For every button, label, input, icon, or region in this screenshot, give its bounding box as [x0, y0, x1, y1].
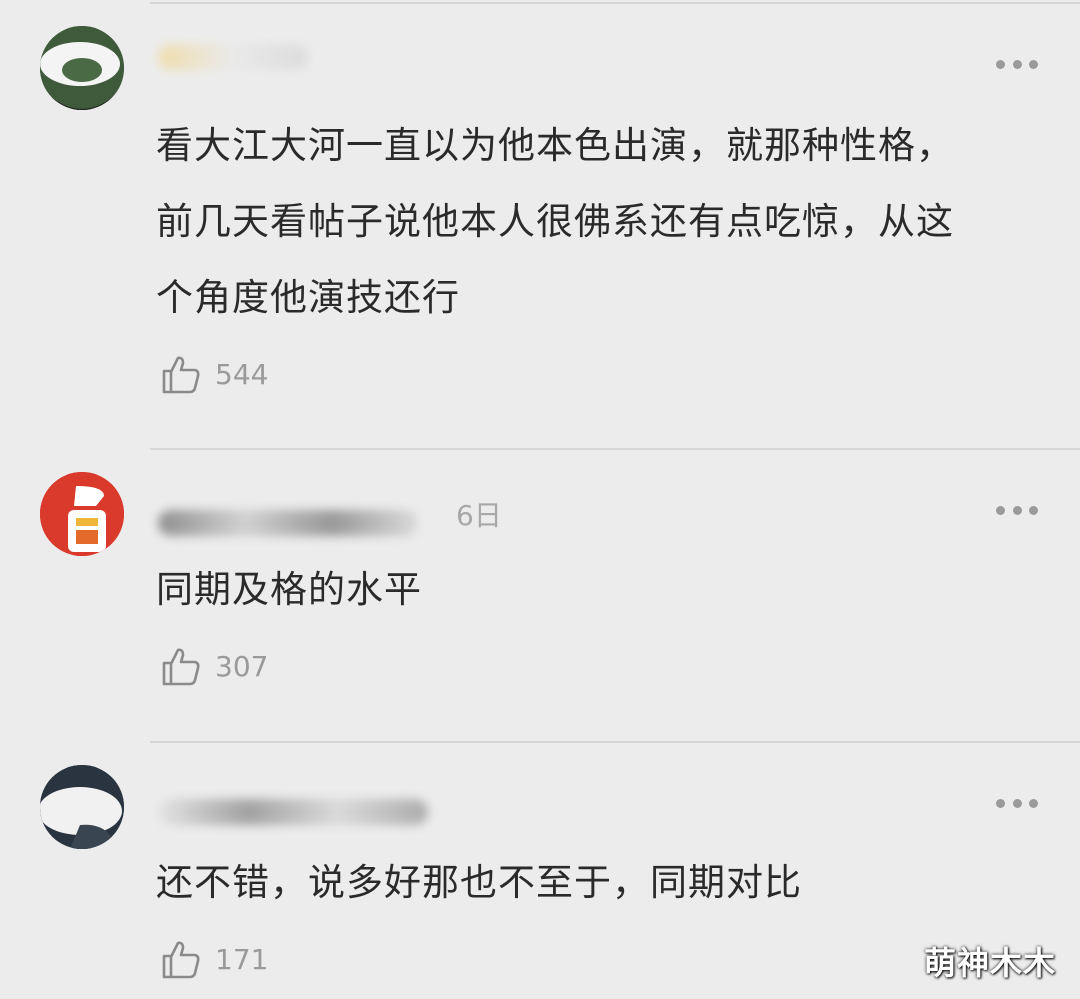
comment-text: 看大江大河一直以为他本色出演，就那种性格， 前几天看帖子说他本人很佛系还有点吃惊…	[156, 108, 1036, 336]
username-redacted[interactable]	[158, 510, 418, 536]
more-dots-icon[interactable]	[996, 504, 1038, 516]
username-redacted[interactable]	[158, 799, 428, 825]
like-count: 307	[215, 649, 269, 683]
comment-item-1: 看大江大河一直以为他本色出演，就那种性格， 前几天看帖子说他本人很佛系还有点吃惊…	[0, 0, 1080, 450]
like-button[interactable]: 171	[160, 937, 268, 981]
avatar-image	[40, 765, 124, 849]
thumbs-up-icon	[162, 941, 200, 979]
thumbs-up-icon	[162, 356, 200, 394]
more-dots-icon[interactable]	[996, 797, 1038, 809]
comment-line: 同期及格的水平	[156, 568, 422, 611]
comment-line: 个角度他演技还行	[156, 276, 460, 319]
avatar[interactable]	[40, 765, 124, 849]
comment-line: 前几天看帖子说他本人很佛系还有点吃惊，从这	[156, 200, 954, 243]
comment-item-3: 还不错，说多好那也不至于，同期对比 171	[0, 743, 1080, 999]
avatar-image	[40, 472, 124, 556]
like-count: 171	[215, 942, 269, 976]
avatar[interactable]	[40, 26, 124, 110]
like-button[interactable]: 544	[160, 352, 268, 396]
like-button[interactable]: 307	[160, 644, 268, 688]
comment-line: 看大江大河一直以为他本色出演，就那种性格，	[156, 124, 954, 167]
watermark: 萌神木木	[924, 944, 1057, 982]
comment-list: 看大江大河一直以为他本色出演，就那种性格， 前几天看帖子说他本人很佛系还有点吃惊…	[0, 0, 1080, 999]
comment-item-2: 6日 同期及格的水平 307	[0, 450, 1080, 742]
like-count: 544	[215, 357, 269, 391]
avatar[interactable]	[40, 472, 124, 556]
comment-time: 6日	[456, 499, 502, 532]
more-dots-icon[interactable]	[996, 58, 1038, 70]
avatar-image	[40, 26, 124, 110]
comment-text: 还不错，说多好那也不至于，同期对比	[156, 845, 1036, 921]
thumbs-up-icon	[162, 648, 200, 686]
comment-line: 还不错，说多好那也不至于，同期对比	[156, 861, 802, 904]
username-redacted[interactable]	[158, 44, 308, 70]
comment-text: 同期及格的水平	[156, 552, 1036, 628]
